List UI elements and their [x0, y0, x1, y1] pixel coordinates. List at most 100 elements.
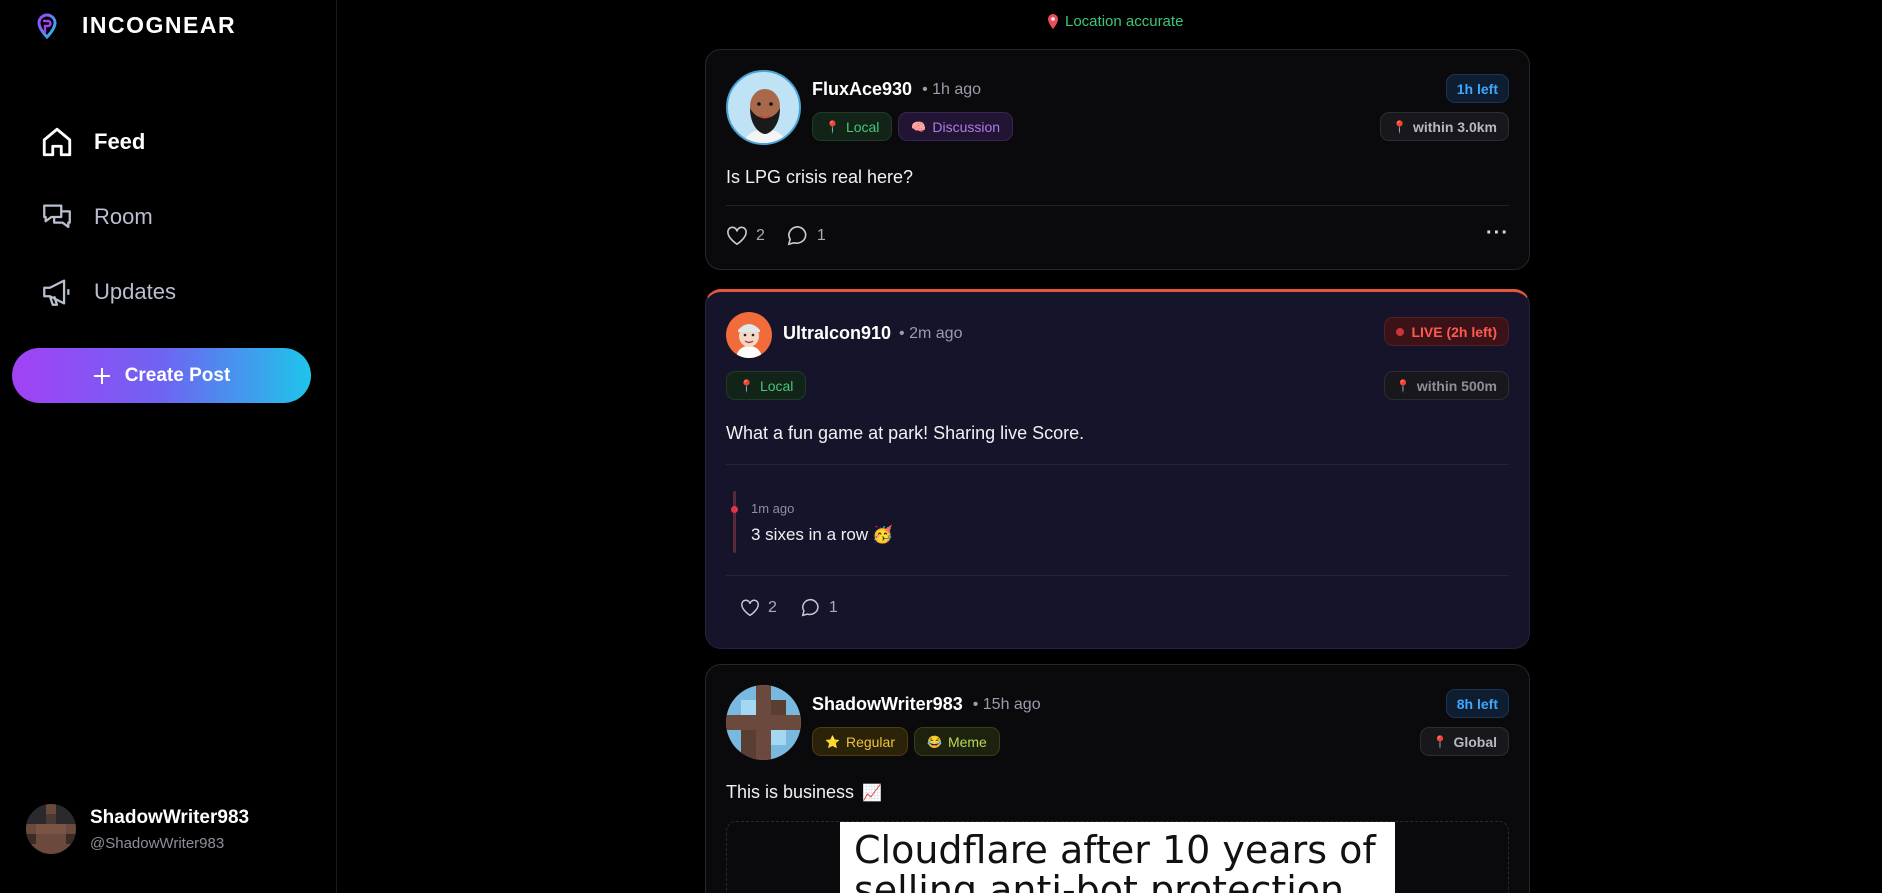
more-options-icon[interactable]: ···: [1486, 222, 1509, 245]
post-image[interactable]: Cloudflare after 10 years of selling ant…: [840, 822, 1395, 893]
distance-badge: 📍 within 3.0km: [1380, 112, 1509, 141]
expiry-badge: 1h left: [1445, 74, 1509, 103]
home-icon: [42, 127, 72, 156]
post-username[interactable]: ShadowWriter983: [812, 694, 963, 715]
post-time: • 2m ago: [899, 324, 963, 342]
app-title: INCOGNEAR: [82, 12, 237, 38]
expiry-badge: 8h left: [1445, 689, 1509, 718]
megaphone-icon: [43, 279, 70, 306]
live-dot-icon: [1396, 327, 1405, 336]
create-post-button[interactable]: Create Post: [12, 348, 311, 403]
distance-label: within 500m: [1416, 377, 1497, 394]
tag-label: Local: [759, 377, 794, 394]
profile-handle: @ShadowWriter983: [90, 834, 225, 852]
meme-caption-line: Cloudflare after 10 years of: [854, 828, 1376, 872]
party-face-icon: 🥳: [872, 525, 894, 544]
tag-label: Meme: [947, 733, 987, 750]
distance-label: within 3.0km: [1412, 118, 1497, 135]
sidebar: INCOGNEAR Feed Room Updates Create Post: [0, 0, 337, 893]
post-header: ShadowWriter983 • 15h ago: [812, 694, 1041, 715]
comment-icon: [787, 226, 807, 246]
live-label: LIVE (2h left): [1411, 323, 1497, 340]
brain-icon: 🧠: [911, 119, 927, 134]
divider: [726, 464, 1509, 465]
post-username[interactable]: UltraIcon910: [783, 323, 891, 344]
tag-discussion[interactable]: 🧠 Discussion: [898, 112, 1014, 141]
divider: [726, 575, 1509, 576]
logo-icon: [37, 12, 57, 39]
like-button[interactable]: 2: [726, 226, 765, 246]
post-card[interactable]: ShadowWriter983 • 15h ago ⭐ Regular 😂 Meme…: [705, 664, 1530, 893]
like-count: 2: [756, 226, 765, 244]
post-header: UltraIcon910 • 2m ago: [783, 323, 962, 344]
create-post-label: Create Post: [124, 364, 231, 386]
tag-local[interactable]: 📍 Local: [726, 371, 807, 400]
heart-icon: [727, 226, 747, 245]
post-text: Is LPG crisis real here?: [726, 167, 914, 187]
distance-badge: 📍 Global: [1420, 727, 1509, 756]
comment-button[interactable]: 1: [801, 598, 838, 617]
like-button[interactable]: 2: [740, 599, 777, 617]
post-tags: 📍 Local 🧠 Discussion: [812, 112, 1014, 141]
location-pin-icon: 📍: [825, 119, 840, 134]
location-pin-icon: 📍: [1432, 734, 1448, 749]
update-timeline-bar: [733, 491, 736, 553]
chart-increasing-icon: 📈: [862, 784, 882, 802]
location-pin-icon: 📍: [1392, 119, 1407, 134]
post-card-live[interactable]: UltraIcon910 • 2m ago LIVE (2h left) 📍 Lo…: [705, 289, 1530, 649]
post-header: FluxAce930 • 1h ago: [812, 79, 981, 100]
location-pin-icon: [1048, 14, 1058, 29]
sidebar-item-updates[interactable]: Updates: [40, 254, 176, 329]
like-count: 2: [768, 598, 777, 616]
meme-caption: Cloudflare after 10 years of selling ant…: [854, 830, 1376, 893]
post-actions: 2 1: [726, 225, 826, 246]
update-time: 1m ago: [751, 501, 795, 516]
sidebar-item-label: Feed: [94, 128, 146, 154]
tag-local[interactable]: 📍 Local: [812, 112, 893, 141]
tag-label: Regular: [845, 733, 895, 750]
tag-label: Discussion: [932, 118, 1001, 135]
comment-count: 1: [816, 226, 826, 244]
post-card[interactable]: FluxAce930 • 1h ago 📍 Local 🧠 Discussion 1…: [705, 49, 1530, 270]
profile-name: ShadowWriter983: [90, 806, 250, 828]
post-actions: 2 1: [740, 598, 838, 617]
comment-button[interactable]: 1: [787, 225, 826, 246]
update-entry: 3 sixes in a row 🥳: [751, 525, 893, 545]
live-badge: LIVE (2h left): [1384, 317, 1509, 346]
star-icon: ⭐: [825, 734, 840, 749]
location-status: Location accurate: [1047, 13, 1183, 30]
heart-icon: [741, 598, 759, 616]
update-text: 3 sixes in a row: [751, 525, 869, 544]
post-content: This is business 📈: [726, 782, 882, 803]
avatar[interactable]: [726, 312, 772, 358]
laughing-face-icon: 😂: [926, 734, 942, 749]
meme-caption-line: selling anti-bot protection: [854, 868, 1345, 893]
tag-meme[interactable]: 😂 Meme: [913, 727, 1000, 756]
sidebar-nav: Feed Room Updates: [40, 104, 176, 329]
brand[interactable]: INCOGNEAR: [36, 12, 236, 39]
comment-count: 1: [828, 598, 838, 616]
update-dot-icon: [731, 506, 738, 513]
avatar[interactable]: [726, 70, 801, 145]
avatar[interactable]: [726, 685, 801, 760]
post-image-frame[interactable]: Cloudflare after 10 years of selling ant…: [726, 821, 1509, 893]
sidebar-item-label: Room: [94, 203, 153, 229]
post-time: • 1h ago: [922, 80, 982, 98]
location-status-text: Location accurate: [1065, 13, 1184, 30]
app-root: INCOGNEAR Feed Room Updates Create Post: [0, 0, 1882, 893]
profile-card[interactable]: ShadowWriter983 @ShadowWriter983: [26, 804, 249, 854]
post-tags: ⭐ Regular 😂 Meme: [812, 727, 1000, 756]
post-username[interactable]: FluxAce930: [812, 79, 912, 100]
distance-label: Global: [1453, 733, 1497, 750]
location-pin-icon: 📍: [739, 378, 754, 393]
tag-regular[interactable]: ⭐ Regular: [812, 727, 908, 756]
sidebar-item-feed[interactable]: Feed: [40, 104, 176, 179]
avatar: [26, 804, 76, 854]
divider: [726, 205, 1509, 206]
distance-badge: 📍 within 500m: [1383, 371, 1509, 400]
sidebar-item-room[interactable]: Room: [40, 179, 176, 254]
post-text: What a fun game at park! Sharing live Sc…: [726, 423, 1085, 443]
plus-icon: [93, 367, 110, 384]
post-text: This is business: [726, 782, 855, 802]
chat-bubbles-icon: [43, 204, 71, 228]
